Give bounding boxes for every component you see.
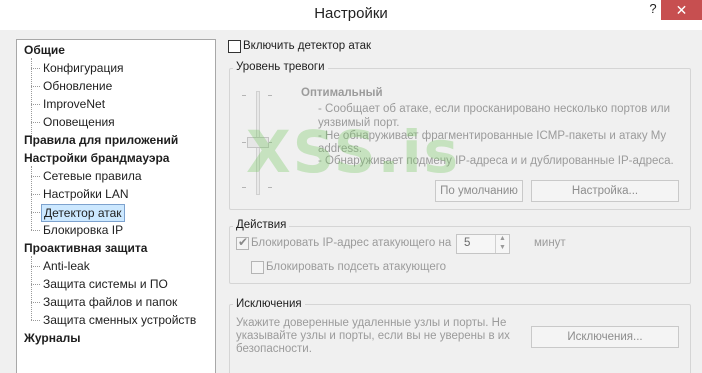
spin-down-icon[interactable]: ▼: [499, 244, 506, 251]
tree-item-firewall-settings[interactable]: Настройки брандмауэра: [24, 149, 169, 167]
tree-item-removable-device-protection[interactable]: Защита сменных устройств: [43, 311, 196, 329]
checkmark-icon: ✔: [238, 235, 249, 249]
tree-item-network-rules[interactable]: Сетевые правила: [43, 167, 142, 185]
block-ip-checkbox[interactable]: ✔: [236, 235, 249, 250]
enable-detector-label: Включить детектор атак: [243, 40, 372, 52]
tree-item-general[interactable]: Общие: [24, 41, 65, 59]
tree-connector: [31, 266, 40, 267]
spin-up-icon[interactable]: ▲: [499, 235, 506, 242]
actions-title: Действия: [233, 219, 290, 231]
tree-item-anti-leak[interactable]: Anti-leak: [43, 257, 90, 275]
block-minutes-value: 5: [464, 237, 471, 249]
close-button[interactable]: ✕: [661, 0, 702, 20]
slider-tick: [242, 187, 246, 188]
exclusions-button[interactable]: Исключения...: [531, 326, 679, 348]
tree-item-improvenet[interactable]: ImproveNet: [43, 95, 105, 113]
tree-item-system-protection[interactable]: Защита системы и ПО: [43, 275, 168, 293]
tree-connector: [31, 230, 40, 231]
block-ip-label: Блокировать IP-адрес атакующего на: [251, 237, 452, 249]
minutes-unit-label: минут: [534, 237, 566, 249]
tree-item-alerts[interactable]: Оповещения: [43, 113, 115, 131]
tree-connector: [31, 320, 40, 321]
window-title: Настройки: [314, 5, 388, 22]
tree-item-application-rules[interactable]: Правила для приложений: [24, 131, 178, 149]
title-bar: Настройки ? ✕: [0, 0, 702, 30]
tree-item-attack-detector[interactable]: Детектор атак: [41, 204, 125, 222]
tree-item-file-folder-protection[interactable]: Защита файлов и папок: [43, 293, 177, 311]
alarm-desc-line: - Сообщает об атаке, если просканировано…: [318, 103, 671, 115]
slider-tick: [268, 95, 272, 96]
alarm-settings-button[interactable]: Настройка...: [531, 180, 679, 202]
tree-connector: [31, 58, 32, 140]
tree-connector: [31, 104, 40, 105]
spinner-buttons[interactable]: ▲ ▼: [495, 235, 509, 253]
tree-item-update[interactable]: Обновление: [43, 77, 112, 95]
slider-tick: [268, 187, 272, 188]
tree-item-proactive-protection[interactable]: Проактивная защита: [24, 239, 147, 257]
alarm-level-name: Оптимальный: [301, 87, 383, 99]
alarm-level-title: Уровень тревоги: [233, 61, 328, 73]
exclusions-desc-line: указывайте узлы и порты, если вы не увер…: [236, 330, 510, 342]
exclusions-desc-line: Укажите доверенные удаленные узлы и порт…: [236, 317, 507, 329]
block-minutes-spinner[interactable]: 5 ▲ ▼: [456, 234, 510, 254]
block-subnet-checkbox[interactable]: [251, 261, 264, 274]
tree-connector: [31, 194, 40, 195]
tree-item-configuration[interactable]: Конфигурация: [43, 59, 124, 77]
enable-detector-checkbox[interactable]: [228, 40, 241, 53]
slider-tick: [242, 95, 246, 96]
watermark-logo: XSS.is: [246, 118, 461, 186]
tree-connector: [31, 284, 40, 285]
tree-connector: [31, 86, 40, 87]
tree-item-ip-blocking[interactable]: Блокировка IP: [43, 221, 123, 239]
help-button[interactable]: ?: [643, 1, 663, 19]
exclusions-desc-line: безопасности.: [236, 343, 312, 355]
block-subnet-label: Блокировать подсеть атакующего: [266, 261, 447, 273]
settings-tree[interactable]: Общие Конфигурация Обновление ImproveNet…: [16, 39, 216, 373]
tree-item-logs[interactable]: Журналы: [24, 329, 80, 347]
tree-connector: [31, 176, 40, 177]
tree-connector: [31, 122, 40, 123]
tree-connector: [31, 302, 40, 303]
tree-item-lan-settings[interactable]: Настройки LAN: [43, 185, 129, 203]
exclusions-title: Исключения: [233, 298, 305, 310]
tree-connector: [31, 68, 40, 69]
tree-connector: [31, 212, 40, 213]
